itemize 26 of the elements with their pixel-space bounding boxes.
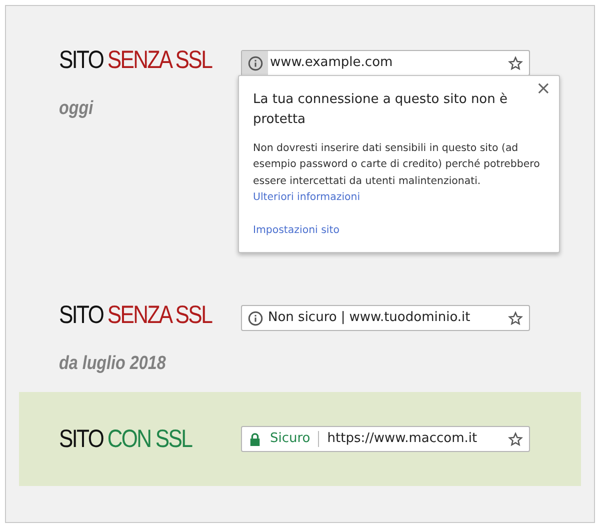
star-icon[interactable] <box>508 310 523 326</box>
heading-word: SITO <box>59 48 104 73</box>
secure-label: Sicuro <box>270 430 310 448</box>
star-icon[interactable] <box>508 432 523 446</box>
url-text: https://www.maccom.it <box>327 430 478 448</box>
url-text: www.example.com <box>270 54 394 72</box>
heading-word: SENZA SSL <box>107 303 212 328</box>
close-button[interactable]: × <box>536 80 551 98</box>
star-icon[interactable] <box>508 56 523 70</box>
separator: | <box>340 309 346 328</box>
popup-message: Non dovresti inserire dati sensibili in questo sito (ad esempio password o carte di credito) perché potrebbero essere intercettati da utenti malintenzionati. Ulteriori informazioni <box>253 142 541 205</box>
site-settings-link[interactable]: Impostazioni sito <box>253 225 340 236</box>
url-text: www.tuodominio.it <box>349 309 472 328</box>
section-subtitle: da luglio 2018 <box>59 354 166 375</box>
address-bar[interactable]: Non sicuro | www.tuodominio.it <box>241 305 530 331</box>
address-bar[interactable]: www.example.com <box>241 50 530 76</box>
address-bar[interactable]: Sicuro https://www.maccom.it <box>241 426 530 452</box>
info-icon[interactable] <box>242 51 268 75</box>
heading-word: CON SSL <box>107 426 192 452</box>
heading-word: SENZA SSL <box>107 48 212 73</box>
not-secure-label: Non sicuro <box>268 309 337 328</box>
heading-word: SITO <box>59 426 104 452</box>
more-info-link[interactable]: Ulteriori informazioni <box>253 192 360 203</box>
popup-title: La tua connessione a questo sito non è protetta <box>253 91 509 128</box>
section-subtitle: oggi <box>59 99 94 120</box>
heading-word: SITO <box>59 303 104 328</box>
